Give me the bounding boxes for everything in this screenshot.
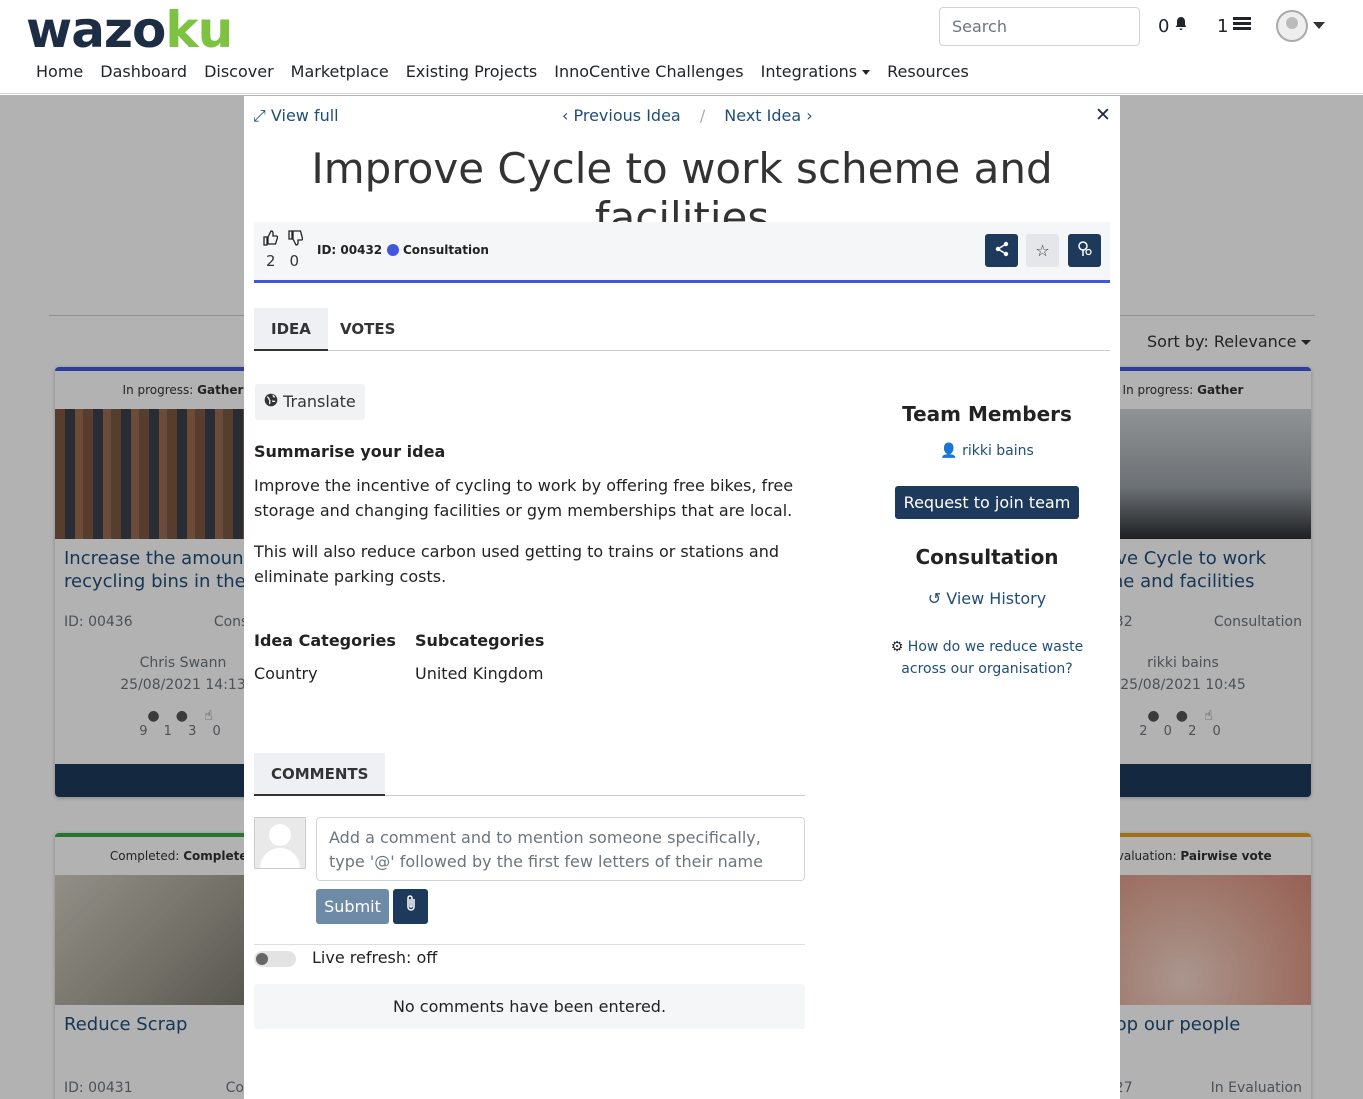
- tab-comments[interactable]: COMMENTS: [254, 753, 386, 796]
- idea-id: ID: 00432: [317, 243, 383, 257]
- attach-file-button[interactable]: [393, 889, 428, 924]
- messages-count: 1: [1217, 16, 1229, 37]
- notifications-count: 0: [1158, 16, 1170, 37]
- likes-count: 2: [266, 252, 276, 270]
- previous-idea-link[interactable]: ‹ Previous Idea: [562, 106, 681, 125]
- star-icon: ☆: [1035, 241, 1050, 260]
- live-refresh-label: Live refresh: off: [312, 948, 438, 967]
- bell-icon: [1173, 16, 1189, 37]
- nav-integrations[interactable]: Integrations: [761, 62, 871, 81]
- top-header: wazoku 0 1 Home Dashboard Discover Marke…: [0, 0, 1363, 94]
- thumbs-up-icon[interactable]: [262, 230, 279, 250]
- categories-value: Country: [254, 664, 318, 683]
- stage-heading: Consultation: [915, 545, 1059, 569]
- nav-existing-projects[interactable]: Existing Projects: [406, 62, 538, 81]
- team-member[interactable]: 👤 rikki bains: [842, 440, 1132, 459]
- nav-resources[interactable]: Resources: [887, 62, 969, 81]
- summary-heading: Summarise your idea: [254, 442, 446, 461]
- summary-paragraph: This will also reduce carbon used gettin…: [254, 542, 779, 586]
- notifications-button[interactable]: 0: [1158, 16, 1189, 37]
- comments-divider: [254, 944, 805, 945]
- categories-heading: Idea Categories: [254, 631, 396, 650]
- vote-controls: 2 0: [262, 230, 304, 270]
- expand-icon: ⤢: [253, 106, 266, 125]
- comment-input[interactable]: [316, 817, 805, 881]
- pin-icon: [1076, 240, 1094, 262]
- status-badge: Consultation: [387, 243, 489, 257]
- share-button[interactable]: [985, 234, 1018, 267]
- commenter-avatar: [254, 817, 306, 869]
- inbox-icon: [1232, 16, 1252, 37]
- submit-comment-button[interactable]: Submit: [316, 889, 389, 924]
- comments-tabs: COMMENTS: [254, 753, 805, 796]
- idea-pager: ‹ Previous Idea / Next Idea ›: [562, 106, 813, 125]
- next-idea-link[interactable]: Next Idea ›: [724, 106, 812, 125]
- tab-idea[interactable]: IDEA: [254, 308, 328, 351]
- nav-dashboard[interactable]: Dashboard: [100, 62, 187, 81]
- no-comments-message: No comments have been entered.: [254, 984, 805, 1029]
- user-avatar[interactable]: [1276, 10, 1308, 42]
- close-icon[interactable]: ✕: [1095, 104, 1111, 126]
- thumbs-down-icon[interactable]: [287, 230, 304, 250]
- view-full-link[interactable]: ⤢ View full: [253, 106, 339, 126]
- subcategories-heading: Subcategories: [415, 631, 545, 650]
- globe-icon: [264, 392, 283, 411]
- nav-innocentive-challenges[interactable]: InnoCentive Challenges: [554, 62, 743, 81]
- tab-votes[interactable]: VOTES: [323, 308, 412, 351]
- summary-paragraph: Improve the incentive of cycling to work…: [254, 476, 794, 520]
- messages-button[interactable]: 1: [1217, 16, 1252, 37]
- nav-marketplace[interactable]: Marketplace: [291, 62, 389, 81]
- subcategories-value: United Kingdom: [415, 664, 544, 683]
- favourite-button[interactable]: ☆: [1026, 234, 1059, 267]
- main-nav: Home Dashboard Discover Marketplace Exis…: [36, 62, 986, 81]
- request-join-team-button[interactable]: Request to join team: [894, 486, 1080, 519]
- idea-tabs: IDEA VOTES: [254, 308, 1110, 351]
- team-sidebar: Team Members: [842, 402, 1132, 426]
- share-icon: [994, 241, 1010, 261]
- dislikes-count: 0: [289, 252, 300, 270]
- nav-discover[interactable]: Discover: [204, 62, 274, 81]
- translate-button[interactable]: Translate: [255, 384, 365, 420]
- status-dot-icon: [387, 244, 399, 256]
- idea-modal: ⤢ View full ‹ Previous Idea / Next Idea …: [244, 96, 1120, 1099]
- nav-home[interactable]: Home: [36, 62, 83, 81]
- challenge-link[interactable]: ⚙ How do we reduce waste across our orga…: [882, 636, 1092, 680]
- wazoku-logo[interactable]: wazoku: [26, 2, 233, 58]
- follow-button[interactable]: [1068, 234, 1101, 267]
- live-refresh-toggle[interactable]: [254, 951, 296, 967]
- search-input[interactable]: [939, 7, 1140, 46]
- paperclip-icon: [404, 895, 418, 916]
- gears-icon: ⚙: [890, 639, 904, 655]
- team-members-heading: Team Members: [902, 402, 1072, 426]
- member-avatar: 👤: [940, 443, 958, 459]
- view-history-link[interactable]: ↺ View History: [842, 589, 1132, 608]
- idea-info-bar: 2 0 ID: 00432 Consultation ☆: [254, 222, 1110, 283]
- chevron-down-icon[interactable]: [1313, 22, 1325, 29]
- history-icon: ↺: [927, 589, 942, 608]
